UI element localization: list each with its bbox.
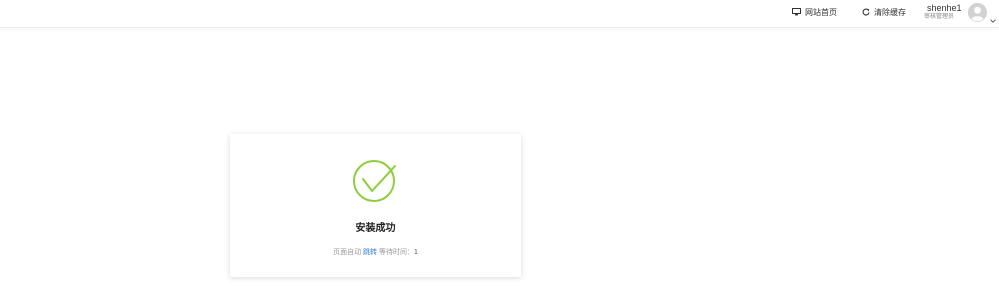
monitor-icon [792,8,801,16]
wait-seconds: 1 [414,249,418,256]
site-home-label: 网站首页 [805,7,837,17]
redirect-link[interactable]: 跳转 [363,249,377,256]
user-name: shenhe1 [927,3,962,13]
refresh-icon [862,8,870,16]
user-role: 审核管理员 [924,14,955,20]
user-menu[interactable]: shenhe1 审核管理员 [924,3,996,23]
clear-cache-label: 清除缓存 [874,7,906,17]
redirect-note-prefix: 页面自动 [333,249,362,256]
clear-cache-link[interactable]: 清除缓存 [862,0,906,24]
chevron-down-icon[interactable] [990,10,996,28]
site-home-link[interactable]: 网站首页 [792,0,837,24]
success-card: 安装成功 页面自动 跳转 等待时间：1 [230,134,521,277]
check-circle-icon [352,158,398,209]
redirect-note: 页面自动 跳转 等待时间：1 [230,247,521,257]
success-title: 安装成功 [355,223,396,234]
wait-label: 等待时间： [379,249,414,256]
user-avatar-icon[interactable] [968,3,987,22]
top-bar: 网站首页 清除缓存 shenhe1 审核管理员 [0,0,999,28]
